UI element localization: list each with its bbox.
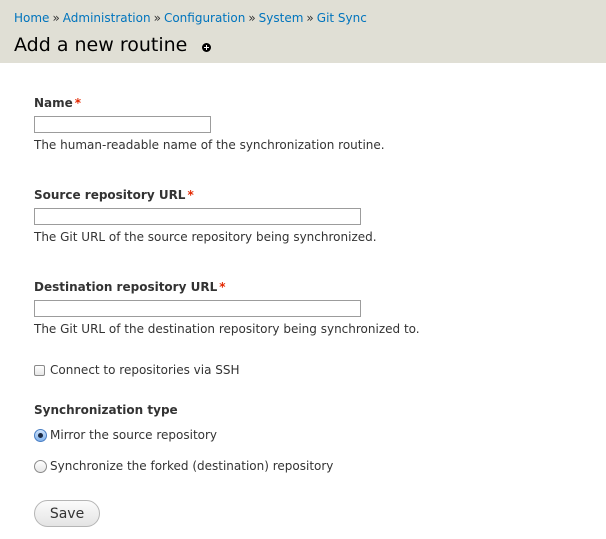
breadcrumb-separator: » <box>153 11 161 25</box>
name-input[interactable] <box>34 116 211 133</box>
breadcrumb-separator: » <box>306 11 314 25</box>
mirror-radio-label[interactable]: Mirror the source repository <box>50 428 217 442</box>
ssh-checkbox[interactable] <box>34 364 45 376</box>
required-marker: * <box>219 280 226 294</box>
source-label: Source repository URL * <box>34 188 594 202</box>
source-url-input[interactable] <box>34 208 361 225</box>
ssh-option[interactable]: Connect to repositories via SSH <box>34 363 240 377</box>
name-field-group: Name * The human-readable name of the syn… <box>34 96 594 152</box>
breadcrumb-administration[interactable]: Administration <box>63 11 151 25</box>
destination-description: The Git URL of the destination repositor… <box>34 322 420 336</box>
destination-label-text: Destination repository URL <box>34 280 218 294</box>
required-marker: * <box>187 188 194 202</box>
breadcrumb-home[interactable]: Home <box>14 11 49 25</box>
page-header: Home» Administration» Configuration» System… <box>0 0 606 63</box>
save-button[interactable]: Save <box>34 500 100 527</box>
breadcrumb-git-sync[interactable]: Git Sync <box>317 11 367 25</box>
title-row: Add a new routine <box>14 34 606 56</box>
breadcrumb-separator: » <box>52 11 60 25</box>
sync-type-option-fork[interactable]: Synchronize the forked (destination) rep… <box>34 459 333 473</box>
name-label-text: Name <box>34 96 73 110</box>
page-title: Add a new routine <box>14 34 188 56</box>
destination-url-input[interactable] <box>34 300 361 317</box>
name-description: The human-readable name of the synchroni… <box>34 138 385 152</box>
destination-label: Destination repository URL * <box>34 280 594 294</box>
name-label: Name * <box>34 96 594 110</box>
breadcrumb-system[interactable]: System <box>259 11 304 25</box>
source-field-group: Source repository URL * The Git URL of th… <box>34 188 594 244</box>
mirror-radio[interactable] <box>34 428 47 442</box>
breadcrumb-configuration[interactable]: Configuration <box>164 11 245 25</box>
breadcrumb: Home» Administration» Configuration» System… <box>14 11 606 25</box>
source-label-text: Source repository URL <box>34 188 186 202</box>
required-marker: * <box>74 96 82 110</box>
breadcrumb-separator: » <box>248 11 256 25</box>
ssh-label[interactable]: Connect to repositories via SSH <box>50 363 240 377</box>
fork-radio-label[interactable]: Synchronize the forked (destination) rep… <box>50 459 333 473</box>
source-description: The Git URL of the source repository bei… <box>34 230 377 244</box>
fork-radio[interactable] <box>34 459 47 473</box>
destination-field-group: Destination repository URL * The Git URL … <box>34 280 594 336</box>
sync-type-label: Synchronization type <box>34 403 178 417</box>
sync-type-option-mirror[interactable]: Mirror the source repository <box>34 428 217 442</box>
add-shortcut-icon[interactable] <box>202 43 212 52</box>
